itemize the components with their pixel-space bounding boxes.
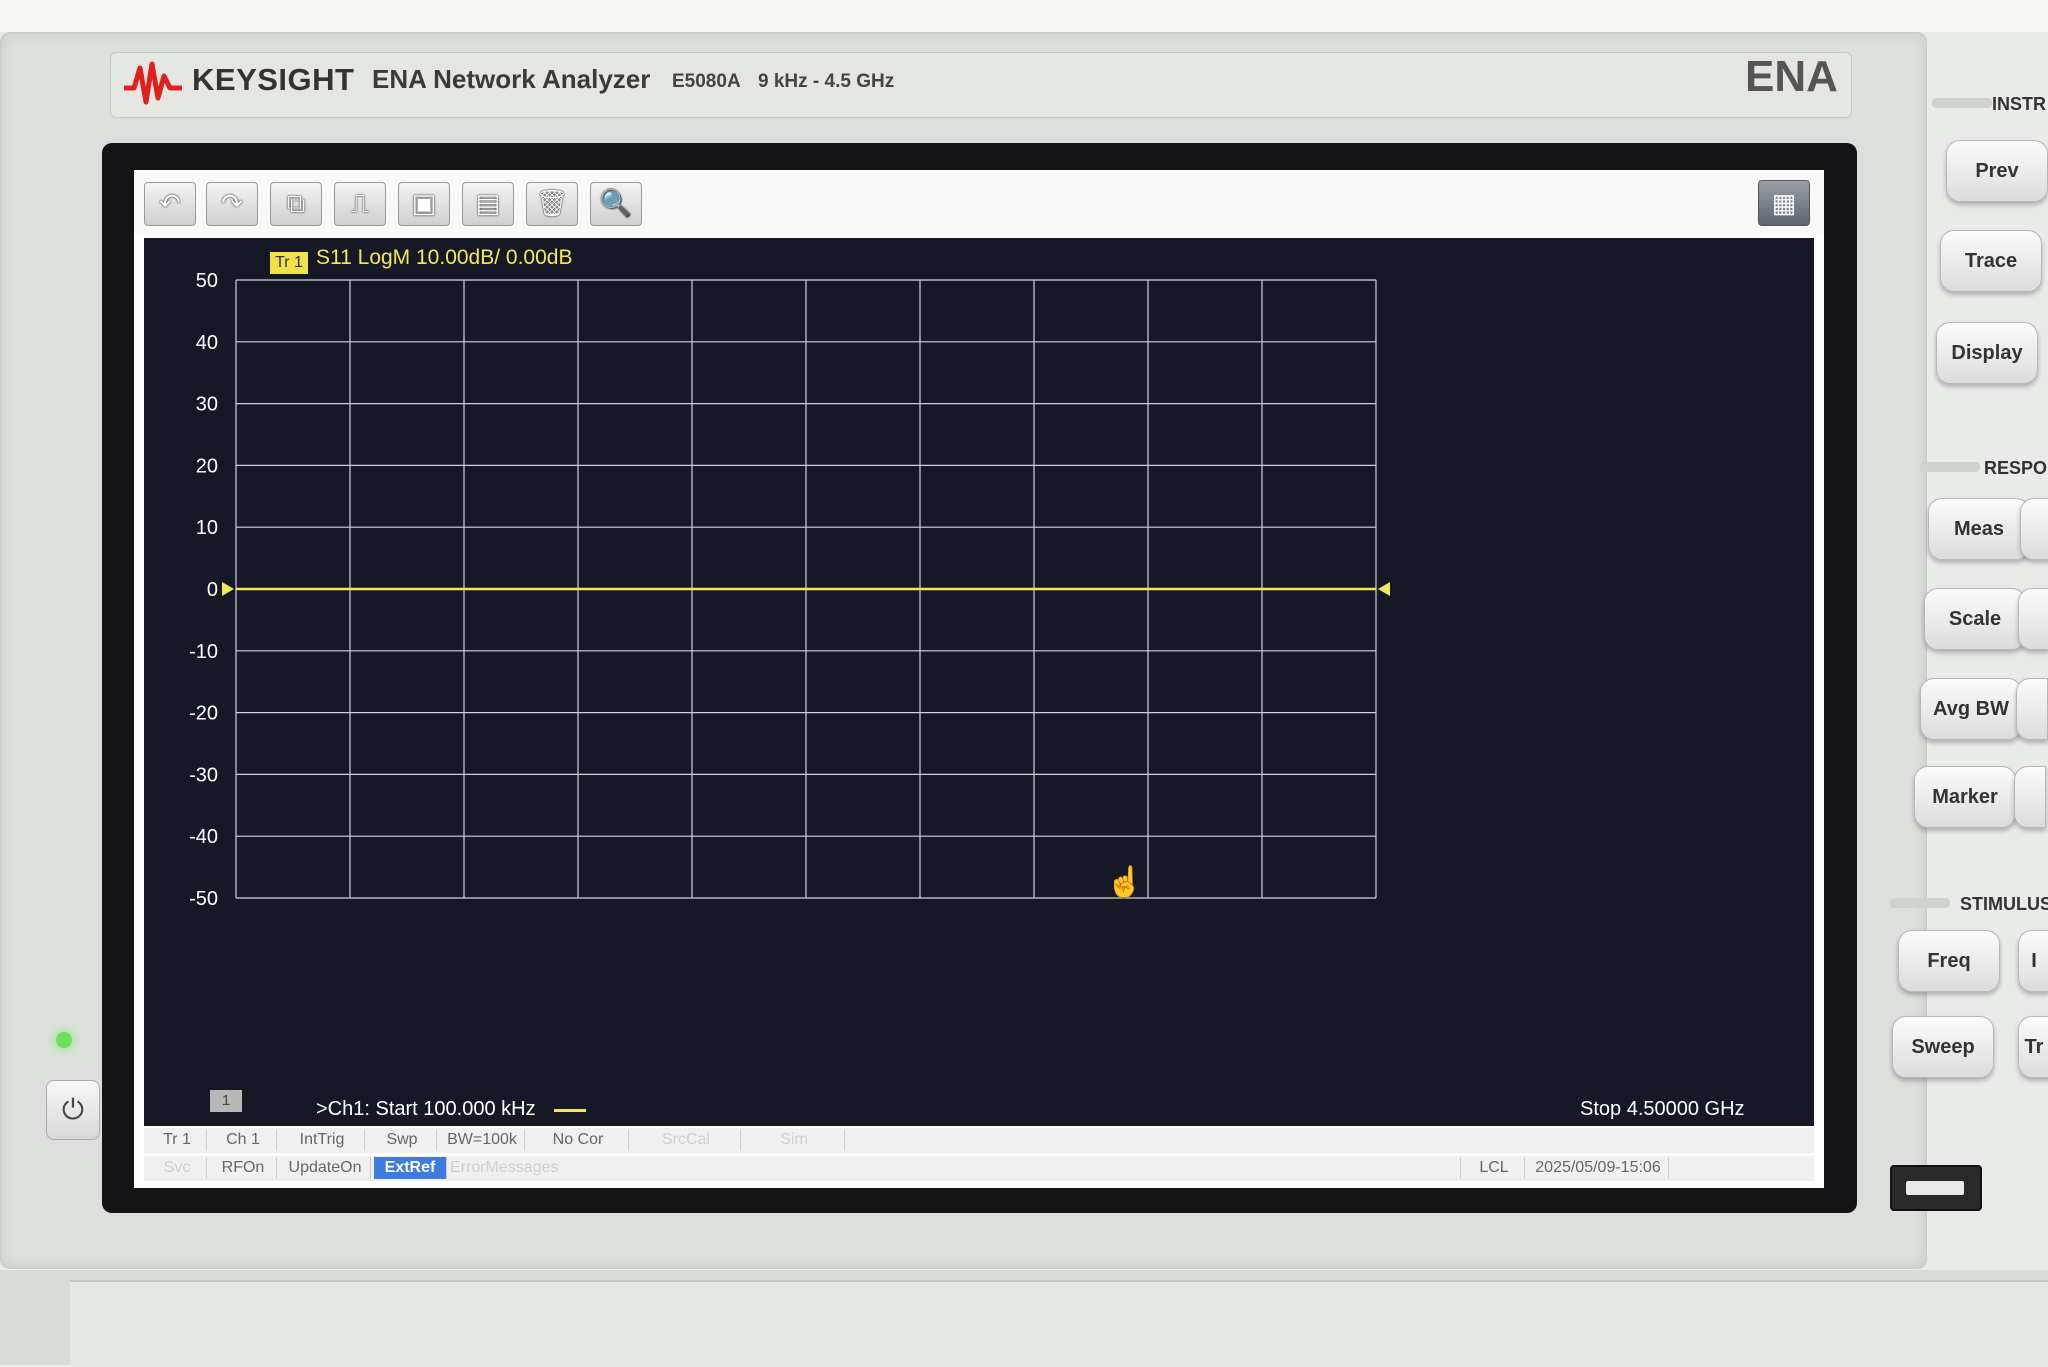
trace-button[interactable]: Trace <box>1940 230 2042 292</box>
partial-button[interactable] <box>2020 498 2048 560</box>
frequency-range: 9 kHz - 4.5 GHz <box>758 71 895 92</box>
scale-button[interactable]: Scale <box>1924 588 2026 650</box>
y-tick-label: 40 <box>196 332 218 354</box>
status-cell[interactable]: UpdateOn <box>280 1157 371 1179</box>
background-top <box>0 0 2048 32</box>
redo-icon[interactable]: ↷ <box>206 182 258 226</box>
status-cell[interactable]: No Cor <box>528 1129 629 1151</box>
y-tick-label: -30 <box>189 764 218 786</box>
hardkey-panel: INSTR Prev Trace Display RESPO Meas Scal… <box>1890 60 2048 1150</box>
grid-menu-icon[interactable]: ▦ <box>1758 180 1810 226</box>
section-bar <box>1920 462 1980 472</box>
undo-icon[interactable]: ↶ <box>144 182 196 226</box>
trace-tag[interactable]: Tr 1 <box>270 252 308 274</box>
partial-button[interactable]: I <box>2018 930 2048 992</box>
series-badge: ENA <box>1745 52 1838 101</box>
y-tick-label: -40 <box>189 826 218 848</box>
status-cell[interactable]: Ch 1 <box>210 1129 277 1151</box>
section-bar <box>1932 98 1992 108</box>
meas-button[interactable]: Meas <box>1928 498 2030 560</box>
y-tick-label: 10 <box>196 517 218 539</box>
freq-button[interactable]: Freq <box>1898 930 2000 992</box>
partial-button[interactable]: Tr <box>2018 1016 2048 1078</box>
model-number: E5080A <box>672 71 741 92</box>
channel-number: 1 <box>210 1090 242 1112</box>
start-frequency[interactable]: >Ch1: Start 100.000 kHz <box>316 1098 536 1121</box>
marker-button[interactable]: Marker <box>1914 766 2016 828</box>
trash-icon[interactable]: 🗑 <box>526 182 578 226</box>
zoom-icon[interactable]: 🔍 <box>590 182 642 226</box>
section-bar <box>1890 898 1950 908</box>
trace-title[interactable]: S11 LogM 10.00dB/ 0.00dB <box>316 246 572 270</box>
plot-area[interactable]: 50 40 30 20 10 0 -10 -20 -30 -40 -50 <box>144 238 1814 1126</box>
status-bar-system: Svc RFOn UpdateOn ExtRef ErrorMessages LCL 202… <box>144 1156 1814 1181</box>
status-cell[interactable]: Swp <box>368 1129 437 1151</box>
reference-marker-right <box>1378 582 1390 596</box>
screen-save-icon[interactable]: ▣ <box>398 182 450 226</box>
status-cell[interactable]: ErrorMessages <box>450 1157 1461 1179</box>
display-button[interactable]: Display <box>1936 322 2038 384</box>
power-led <box>56 1032 72 1048</box>
keysight-logo <box>124 61 182 105</box>
y-tick-label: -10 <box>189 641 218 663</box>
status-cell[interactable]: Sim <box>744 1129 845 1151</box>
status-cell[interactable]: Tr 1 <box>148 1129 207 1151</box>
status-cell[interactable]: 2025/05/09-15:06 <box>1528 1157 1669 1179</box>
usb-port <box>1890 1165 1982 1211</box>
partial-button[interactable] <box>2018 588 2048 650</box>
status-cell[interactable]: IntTrig <box>280 1129 365 1151</box>
hand-cursor-icon: ☝ <box>1106 866 1144 899</box>
sweep-button[interactable]: Sweep <box>1892 1016 1994 1078</box>
partial-button[interactable] <box>2016 678 2048 740</box>
reference-marker-left <box>222 582 234 596</box>
y-tick-label: 0 <box>207 579 218 601</box>
y-tick-label: -50 <box>189 888 218 910</box>
status-cell[interactable]: ExtRef <box>374 1157 447 1179</box>
status-cell[interactable]: BW=100k <box>440 1129 525 1151</box>
trace-plot: 50 40 30 20 10 0 -10 -20 -30 -40 -50 <box>189 270 1390 910</box>
product-name: ENA Network Analyzer <box>372 64 651 94</box>
y-tick-label: 30 <box>196 394 218 416</box>
toolbar: ↶ ↷ ⧉ ⎍ ▣ ▤ 🗑 🔍 ▦ <box>134 170 1824 234</box>
status-cell[interactable]: RFOn <box>210 1157 277 1179</box>
status-cell[interactable]: Svc <box>148 1157 207 1179</box>
stop-frequency[interactable]: Stop 4.50000 GHz <box>1580 1098 1745 1121</box>
usb-port-slot <box>1906 1181 1964 1195</box>
section-label-response: RESPO <box>1984 458 2048 478</box>
avg-bw-button[interactable]: Avg BW <box>1920 678 2022 740</box>
status-cell[interactable]: SrcCal <box>632 1129 741 1151</box>
analyzer-screen: ↶ ↷ ⧉ ⎍ ▣ ▤ 🗑 🔍 ▦ 50 40 30 20 10 0 -10 -20 -30 -4… <box>134 170 1824 1188</box>
power-icon[interactable]: ⏻ <box>46 1080 100 1140</box>
y-tick-label: 20 <box>196 455 218 477</box>
partial-button[interactable] <box>2014 766 2046 828</box>
y-tick-label: 50 <box>196 270 218 292</box>
status-cell[interactable]: LCL <box>1464 1157 1525 1179</box>
trace-legend-line <box>554 1109 586 1112</box>
section-label-instr: INSTR <box>1992 94 2046 114</box>
brand-name: KEYSIGHT <box>192 62 355 97</box>
instrument-lower-slot <box>70 1280 2048 1367</box>
marker-icon[interactable]: ⎍ <box>334 182 386 226</box>
status-bar-channel: Tr 1 Ch 1 IntTrig Swp BW=100k No Cor SrcCal Sim <box>144 1128 1814 1153</box>
camera-icon[interactable]: ⧉ <box>270 182 322 226</box>
y-tick-label: -20 <box>189 703 218 725</box>
section-label-stimulus: STIMULUS <box>1960 894 2048 914</box>
prev-button[interactable]: Prev <box>1946 140 2048 202</box>
folder-icon[interactable]: ▤ <box>462 182 514 226</box>
